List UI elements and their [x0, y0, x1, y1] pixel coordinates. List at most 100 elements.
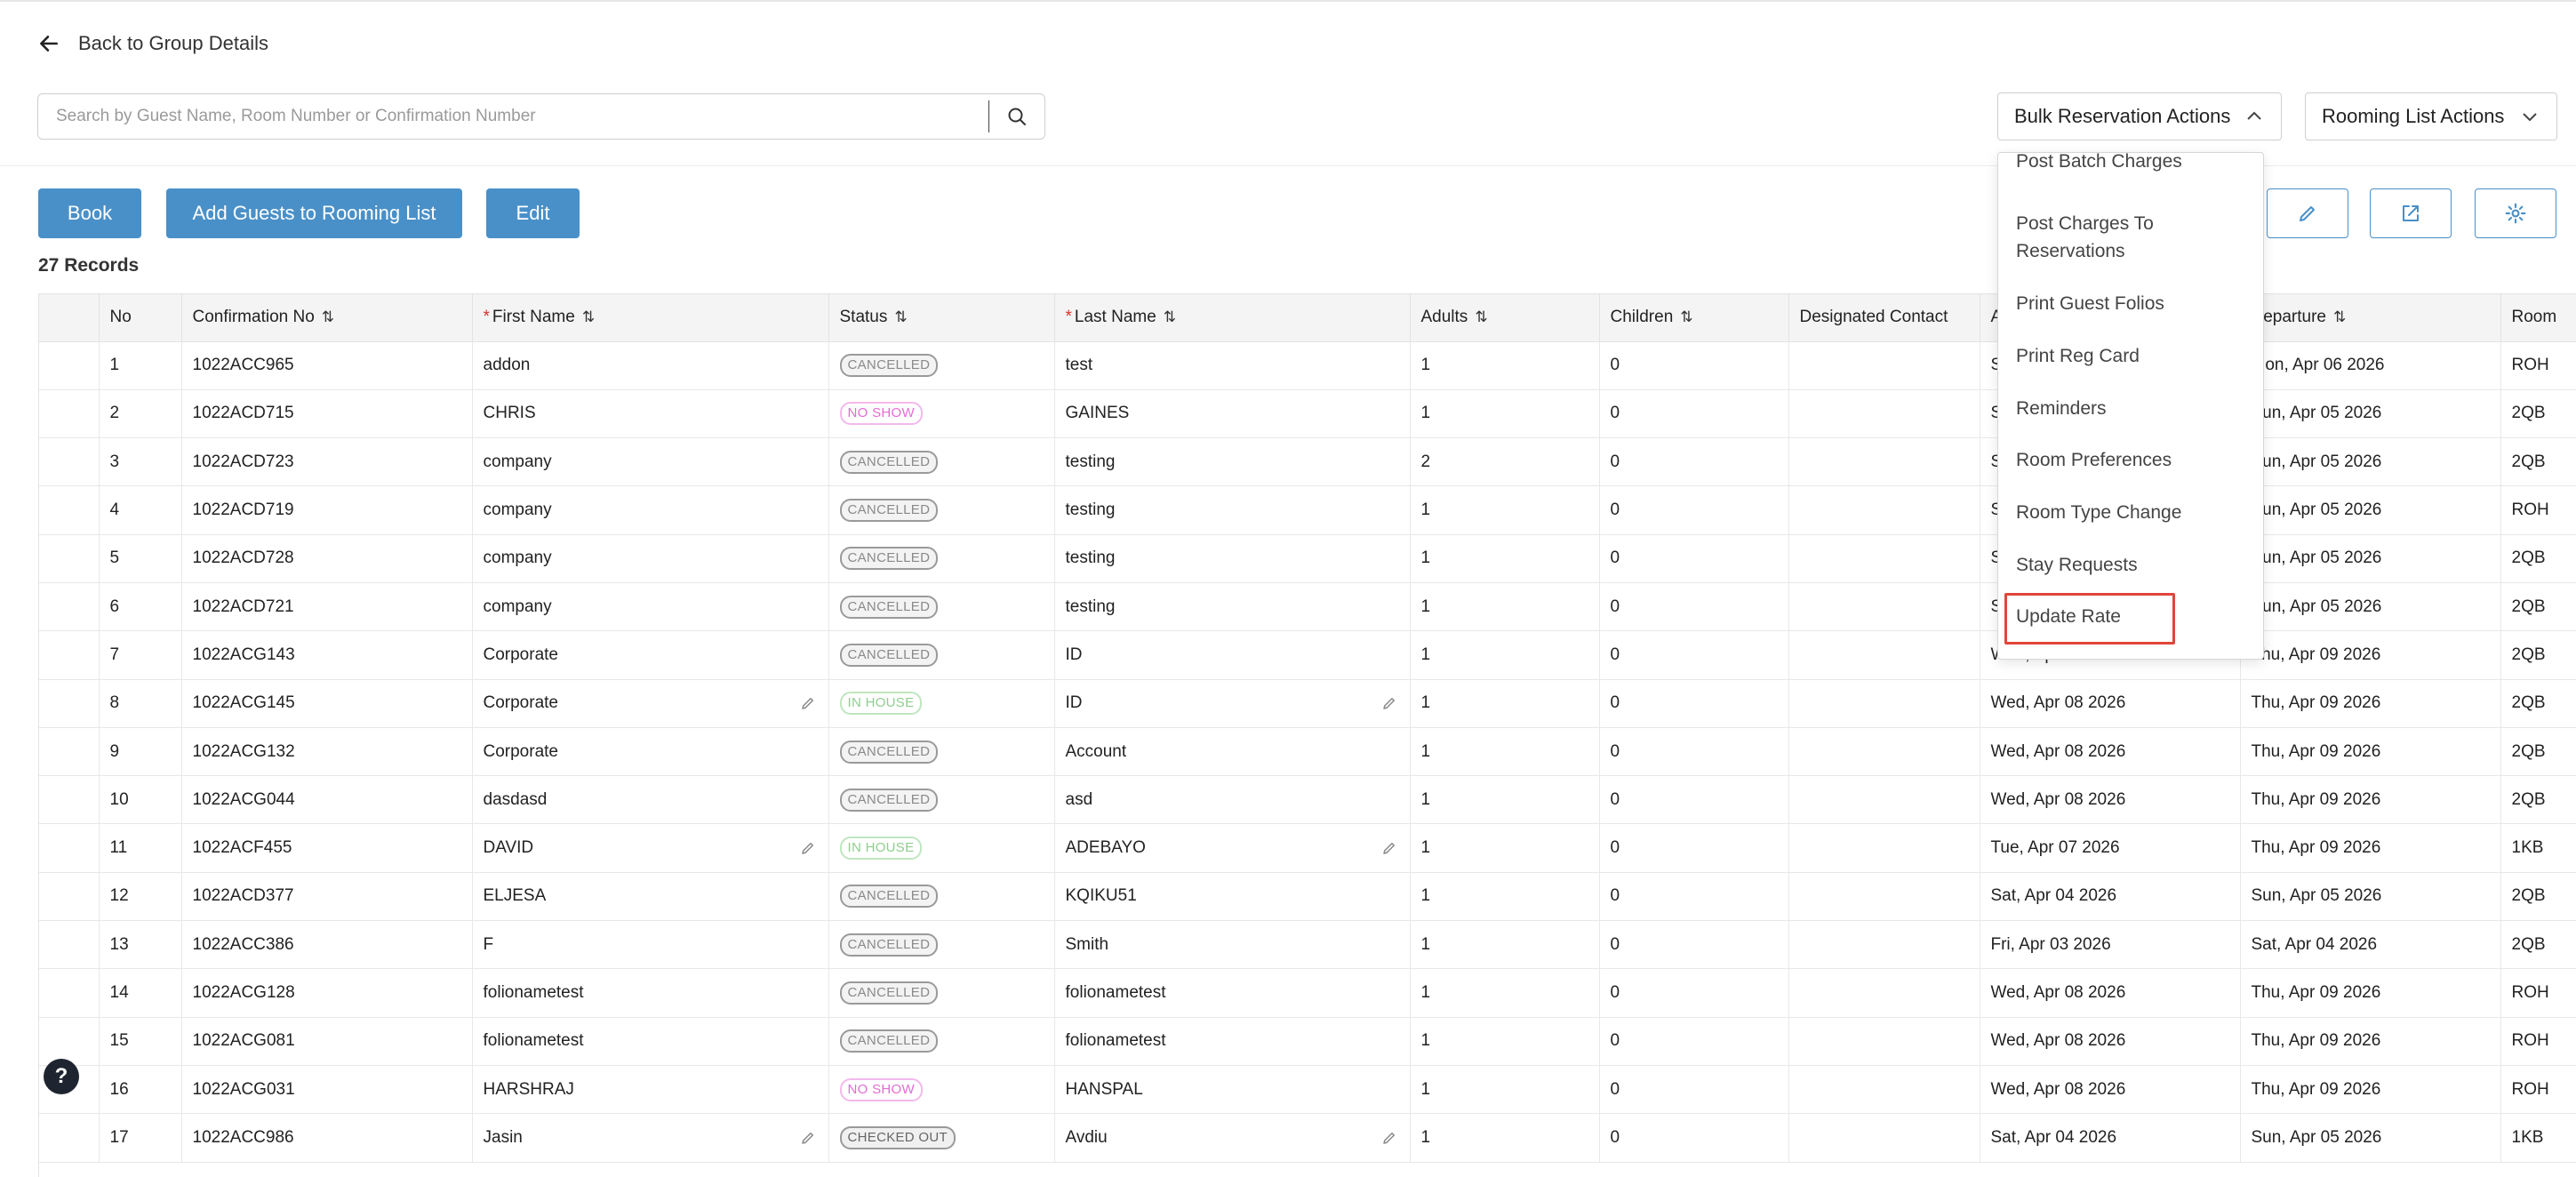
back-to-group-details-link[interactable]: Back to Group Details: [37, 32, 268, 55]
first-name-cell[interactable]: company: [472, 582, 829, 632]
first-name-cell[interactable]: ELJESA: [472, 872, 829, 922]
sort-icon[interactable]: ⇅: [1164, 308, 1176, 325]
last-name-cell[interactable]: Smith: [1054, 920, 1411, 970]
first-name-cell[interactable]: HARSHRAJ: [472, 1065, 829, 1115]
export-button[interactable]: [2370, 188, 2452, 238]
last-name-cell[interactable]: testing: [1054, 582, 1411, 632]
select-cell[interactable]: [39, 534, 100, 583]
edit-button[interactable]: Edit: [486, 188, 580, 238]
column-header-last-name[interactable]: * Last Name ⇅: [1054, 294, 1411, 342]
last-name-cell[interactable]: asd: [1054, 775, 1411, 825]
sort-icon[interactable]: ⇅: [2333, 308, 2346, 325]
first-name-cell[interactable]: company: [472, 534, 829, 583]
last-name-cell[interactable]: Account: [1054, 727, 1411, 777]
confirmation-no-cell[interactable]: 1022ACD723: [181, 437, 473, 487]
last-name-cell[interactable]: testing: [1054, 534, 1411, 583]
sort-icon[interactable]: ⇅: [1475, 308, 1487, 325]
select-cell[interactable]: [39, 775, 100, 825]
menu-item-reminders[interactable]: Reminders: [2016, 395, 2107, 422]
first-name-cell[interactable]: dasdasd: [472, 775, 829, 825]
menu-item-post-batch-charges[interactable]: Post Batch Charges: [2016, 153, 2182, 175]
first-name-cell[interactable]: CHRIS: [472, 389, 829, 439]
select-cell[interactable]: [39, 485, 100, 535]
pencil-icon[interactable]: [1381, 840, 1397, 856]
help-button[interactable]: ?: [44, 1059, 79, 1094]
confirmation-no-cell[interactable]: 1022ACF455: [181, 823, 473, 873]
table-row[interactable]: 8 1022ACG145 Corporate IN HOUSE ID 1 0 Wed, Apr…: [39, 679, 2576, 728]
first-name-cell[interactable]: addon: [472, 341, 829, 390]
first-name-cell[interactable]: Corporate: [472, 727, 829, 777]
settings-button[interactable]: [2475, 188, 2556, 238]
confirmation-no-cell[interactable]: 1022ACG132: [181, 727, 473, 777]
confirmation-no-cell[interactable]: 1022ACD728: [181, 534, 473, 583]
select-cell[interactable]: [39, 437, 100, 487]
pencil-icon[interactable]: [800, 840, 816, 856]
select-cell[interactable]: [39, 389, 100, 439]
search-button[interactable]: [989, 94, 1044, 139]
sort-icon[interactable]: ⇅: [322, 308, 334, 325]
confirmation-no-cell[interactable]: 1022ACC965: [181, 341, 473, 390]
menu-item-room-preferences[interactable]: Room Preferences: [2016, 446, 2172, 474]
menu-item-update-rate[interactable]: Update Rate: [2016, 603, 2121, 630]
select-cell[interactable]: [39, 920, 100, 970]
select-cell[interactable]: [39, 727, 100, 777]
pencil-icon[interactable]: [800, 1130, 816, 1146]
last-name-cell[interactable]: folionametest: [1054, 968, 1411, 1018]
column-header-first-name[interactable]: * First Name ⇅: [472, 294, 829, 342]
table-row[interactable]: 17 1022ACC986 Jasin CHECKED OUT Avdiu 1 0 Sat, …: [39, 1113, 2576, 1163]
select-cell[interactable]: [39, 341, 100, 390]
first-name-cell[interactable]: F: [472, 920, 829, 970]
menu-item-post-charges-to-reservations[interactable]: Post Charges To Reservations: [2016, 210, 2154, 265]
last-name-cell[interactable]: test: [1054, 341, 1411, 390]
column-header-departure[interactable]: Departure ⇅: [2240, 294, 2501, 342]
confirmation-no-cell[interactable]: 1022ACG081: [181, 1017, 473, 1066]
edit-icon-button[interactable]: [2267, 188, 2348, 238]
select-cell[interactable]: [39, 679, 100, 728]
confirmation-no-cell[interactable]: 1022ACG031: [181, 1065, 473, 1115]
first-name-cell[interactable]: folionametest: [472, 1017, 829, 1066]
confirmation-no-cell[interactable]: 1022ACG128: [181, 968, 473, 1018]
confirmation-no-cell[interactable]: 1022ACD715: [181, 389, 473, 439]
column-header-status[interactable]: Status ⇅: [828, 294, 1055, 342]
table-row[interactable]: 11 1022ACF455 DAVID IN HOUSE ADEBAYO 1 0 Tue, A…: [39, 823, 2576, 873]
first-name-cell[interactable]: Corporate: [472, 630, 829, 680]
last-name-cell[interactable]: HANSPAL: [1054, 1065, 1411, 1115]
select-cell[interactable]: [39, 1113, 100, 1163]
last-name-cell[interactable]: testing: [1054, 485, 1411, 535]
confirmation-no-cell[interactable]: 1022ACC986: [181, 1113, 473, 1163]
bulk-reservation-actions-dropdown[interactable]: Bulk Reservation Actions: [1997, 92, 2282, 140]
rooming-list-actions-dropdown[interactable]: Rooming List Actions: [2305, 92, 2557, 140]
first-name-cell[interactable]: Corporate: [472, 679, 829, 728]
add-guests-button[interactable]: Add Guests to Rooming List: [166, 188, 462, 238]
last-name-cell[interactable]: ID: [1054, 630, 1411, 680]
confirmation-no-cell[interactable]: 1022ACD721: [181, 582, 473, 632]
select-cell[interactable]: [39, 823, 100, 873]
last-name-cell[interactable]: Avdiu: [1054, 1113, 1411, 1163]
confirmation-no-cell[interactable]: 1022ACG145: [181, 679, 473, 728]
sort-icon[interactable]: ⇅: [582, 308, 595, 325]
select-cell[interactable]: [39, 582, 100, 632]
last-name-cell[interactable]: testing: [1054, 437, 1411, 487]
search-input[interactable]: [38, 94, 988, 139]
menu-item-stay-requests[interactable]: Stay Requests: [2016, 551, 2138, 579]
sort-icon[interactable]: ⇅: [894, 308, 907, 325]
table-row[interactable]: 12 1022ACD377 ELJESA CANCELLED KQIKU51 1 0 Sat,…: [39, 872, 2576, 922]
confirmation-no-cell[interactable]: 1022ACD377: [181, 872, 473, 922]
first-name-cell[interactable]: company: [472, 437, 829, 487]
table-row[interactable]: 13 1022ACC386 F CANCELLED Smith 1 0 Fri, Apr 03…: [39, 920, 2576, 970]
select-cell[interactable]: [39, 872, 100, 922]
column-header-children[interactable]: Children ⇅: [1599, 294, 1789, 342]
first-name-cell[interactable]: company: [472, 485, 829, 535]
table-row[interactable]: 10 1022ACG044 dasdasd CANCELLED asd 1 0 Wed, Ap…: [39, 775, 2576, 825]
select-cell[interactable]: [39, 630, 100, 680]
pencil-icon[interactable]: [1381, 695, 1397, 711]
sort-icon[interactable]: ⇅: [1680, 308, 1692, 325]
pencil-icon[interactable]: [1381, 1130, 1397, 1146]
column-header-confirmation-no[interactable]: Confirmation No ⇅: [181, 294, 473, 342]
last-name-cell[interactable]: ADEBAYO: [1054, 823, 1411, 873]
last-name-cell[interactable]: KQIKU51: [1054, 872, 1411, 922]
menu-item-room-type-change[interactable]: Room Type Change: [2016, 499, 2181, 526]
last-name-cell[interactable]: GAINES: [1054, 389, 1411, 439]
confirmation-no-cell[interactable]: 1022ACG044: [181, 775, 473, 825]
menu-item-print-reg-card[interactable]: Print Reg Card: [2016, 342, 2140, 370]
